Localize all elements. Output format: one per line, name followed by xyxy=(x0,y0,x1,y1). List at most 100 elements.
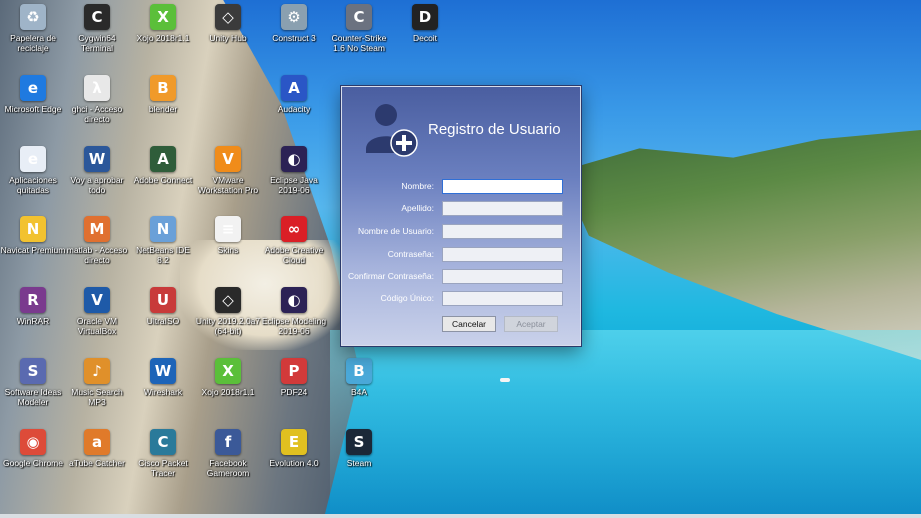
desktop-shortcut[interactable]: S Software Ideas Modeler xyxy=(0,358,66,407)
field-row-username: Nombre de Usuario: xyxy=(342,224,580,240)
desktop-shortcut[interactable]: R WinRAR xyxy=(0,287,66,326)
desktop-shortcut[interactable]: B B4A xyxy=(326,358,392,397)
desktop-shortcut[interactable]: Bblender xyxy=(130,75,196,114)
desktop-shortcut[interactable]: ◐ Eclipse Java 2019-06 xyxy=(261,146,327,195)
desktop-shortcut[interactable]: E Evolution 4.0 xyxy=(261,429,327,468)
desktop-shortcut-label: Cisco Packet Tracer xyxy=(138,458,188,478)
desktop-shortcut[interactable]: ∞ Adobe Creative Cloud xyxy=(261,216,327,265)
field-row-apellido: Apellido: xyxy=(342,201,580,217)
nombre-label: Nombre: xyxy=(401,181,434,191)
desktop-shortcut-label: Eclipse Java 2019-06 xyxy=(270,175,318,195)
apellido-input[interactable] xyxy=(442,201,563,216)
desktop-shortcut-label: Evolution 4.0 xyxy=(269,458,319,468)
nombre-input[interactable] xyxy=(442,179,563,194)
unity-icon: ◇ xyxy=(215,287,241,313)
desktop-shortcut-label: Music Search MP3 xyxy=(71,387,123,407)
desktop-shortcut[interactable]: ♻ Papelera de reciclaje xyxy=(0,4,66,53)
winrar-icon: R xyxy=(20,287,46,313)
desktop-shortcut[interactable]: A Audacity xyxy=(261,75,327,114)
desktop-shortcut[interactable]: ◇ Unity 2019.2.0a7 (64-bit) xyxy=(195,287,261,336)
desktop-shortcut-label: VMware Workstation Pro xyxy=(197,175,259,195)
dialog-header: Registro de Usuario xyxy=(342,87,580,163)
cancel-button[interactable]: Cancelar xyxy=(442,316,496,332)
construct-icon: ⚙ xyxy=(281,4,307,30)
desktop-shortcut-label: Cygwin64 Terminal xyxy=(78,33,116,53)
accept-button[interactable]: Aceptar xyxy=(504,316,558,332)
music-search-icon: ♪ xyxy=(84,358,110,384)
ghci-icon: λ xyxy=(84,75,110,101)
field-row-password: Contraseña: xyxy=(342,247,580,263)
desktop-shortcut[interactable]: ◉ Google Chrome xyxy=(0,429,66,468)
creative-cloud-icon: ∞ xyxy=(281,216,307,242)
desktop-shortcut-label: Audacity xyxy=(277,104,311,114)
desktop-shortcut[interactable]: D Decoit xyxy=(392,4,458,43)
desktop-shortcut[interactable]: C Cisco Packet Tracer xyxy=(130,429,196,478)
password-input[interactable] xyxy=(442,247,563,262)
dialog-title: Registro de Usuario xyxy=(428,121,561,138)
desktop-shortcut-label: WinRAR xyxy=(16,316,50,326)
username-input[interactable] xyxy=(442,224,563,239)
desktop-shortcut-label: aTube Catcher xyxy=(69,458,125,468)
desktop-shortcut[interactable]: e Aplicaciones quitadas xyxy=(0,146,66,195)
desktop-shortcut-label: Navicat Premium xyxy=(0,245,66,255)
desktop-shortcut-label: Papelera de reciclaje xyxy=(10,33,56,53)
desktop-shortcut[interactable]: X Xojo 2018r1.1 xyxy=(130,4,196,43)
field-row-unique-code: Código Único: xyxy=(342,291,580,307)
desktop-shortcut-label: Construct 3 xyxy=(272,33,316,43)
desktop-shortcut[interactable]: ◇ Unity Hub xyxy=(195,4,261,43)
decoit-icon: D xyxy=(412,4,438,30)
desktop-shortcut-label: Facebook Gameroom xyxy=(206,458,250,478)
desktop-shortcut-label: Xojo 2018r1.1 xyxy=(136,33,190,43)
desktop-shortcut[interactable]: S Steam xyxy=(326,429,392,468)
desktop-shortcut-label: Voy a aprobar todo xyxy=(70,175,124,195)
confirm-password-input[interactable] xyxy=(442,269,563,284)
desktop-shortcut-label: PDF24 xyxy=(280,387,308,397)
desktop-shortcut[interactable]: λ ghci - Acceso directo xyxy=(64,75,130,124)
recycle-bin-icon: ♻ xyxy=(20,4,46,30)
counter-strike-icon: C xyxy=(346,4,372,30)
desktop-shortcut[interactable]: V Oracle VM VirtualBox xyxy=(64,287,130,336)
desktop-shortcut[interactable]: ♪ Music Search MP3 xyxy=(64,358,130,407)
b4a-icon: B xyxy=(346,358,372,384)
desktop-shortcut[interactable]: ≡ Skins xyxy=(195,216,261,255)
desktop-shortcut-label: Software Ideas Modeler xyxy=(4,387,62,407)
apellido-label: Apellido: xyxy=(401,203,434,213)
desktop-shortcut[interactable]: A Adobe Connect xyxy=(130,146,196,185)
desktop-shortcut-label: Counter-Strike 1.6 No Steam xyxy=(331,33,387,53)
desktop-shortcut[interactable]: N NetBeans IDE 8.2 xyxy=(130,216,196,265)
desktop-shortcut-label: Skins xyxy=(217,245,239,255)
desktop-shortcut[interactable]: ⚙ Construct 3 xyxy=(261,4,327,43)
desktop-shortcut[interactable]: W Wireshark xyxy=(130,358,196,397)
desktop-shortcut[interactable]: P PDF24 xyxy=(261,358,327,397)
word-icon: W xyxy=(84,146,110,172)
html-document-icon: e xyxy=(20,146,46,172)
desktop-shortcut[interactable]: V VMware Workstation Pro xyxy=(195,146,261,195)
desktop-shortcut[interactable]: C Counter-Strike 1.6 No Steam xyxy=(326,4,392,53)
add-user-icon xyxy=(366,104,418,157)
desktop-shortcut-label: Microsoft Edge xyxy=(4,104,62,114)
desktop-shortcut[interactable]: a aTube Catcher xyxy=(64,429,130,468)
chrome-icon: ◉ xyxy=(20,429,46,455)
desktop-shortcut[interactable]: U UltraISO xyxy=(130,287,196,326)
desktop-shortcut[interactable]: Mmatlab - Acceso directo xyxy=(64,216,130,265)
unique-code-input[interactable] xyxy=(442,291,563,306)
desktop-shortcut-label: Adobe Creative Cloud xyxy=(264,245,324,265)
desktop-shortcut[interactable]: N Navicat Premium xyxy=(0,216,66,255)
desktop-shortcut-label: Google Chrome xyxy=(2,458,63,468)
steam-icon: S xyxy=(346,429,372,455)
pdf24-icon: P xyxy=(281,358,307,384)
confirm-password-label: Confirmar Contraseña: xyxy=(348,271,434,281)
desktop-shortcut[interactable]: W Voy a aprobar todo xyxy=(64,146,130,195)
desktop-shortcut[interactable]: e Microsoft Edge xyxy=(0,75,66,114)
desktop-shortcut[interactable]: X Xojo 2018r1.1 xyxy=(195,358,261,397)
audacity-icon: A xyxy=(281,75,307,101)
desktop-shortcut-label: matlab - Acceso directo xyxy=(66,245,128,265)
eclipse-modeling-icon: ◐ xyxy=(281,287,307,313)
desktop-shortcut[interactable]: ◐ Eclipse Modeling 2019-06 xyxy=(261,287,327,336)
desktop-shortcut[interactable]: f Facebook Gameroom xyxy=(195,429,261,478)
gameroom-icon: f xyxy=(215,429,241,455)
wireshark-icon: W xyxy=(150,358,176,384)
terminal-icon: C xyxy=(84,4,110,30)
unique-code-label: Código Único: xyxy=(380,293,434,303)
desktop-shortcut[interactable]: C Cygwin64 Terminal xyxy=(64,4,130,53)
